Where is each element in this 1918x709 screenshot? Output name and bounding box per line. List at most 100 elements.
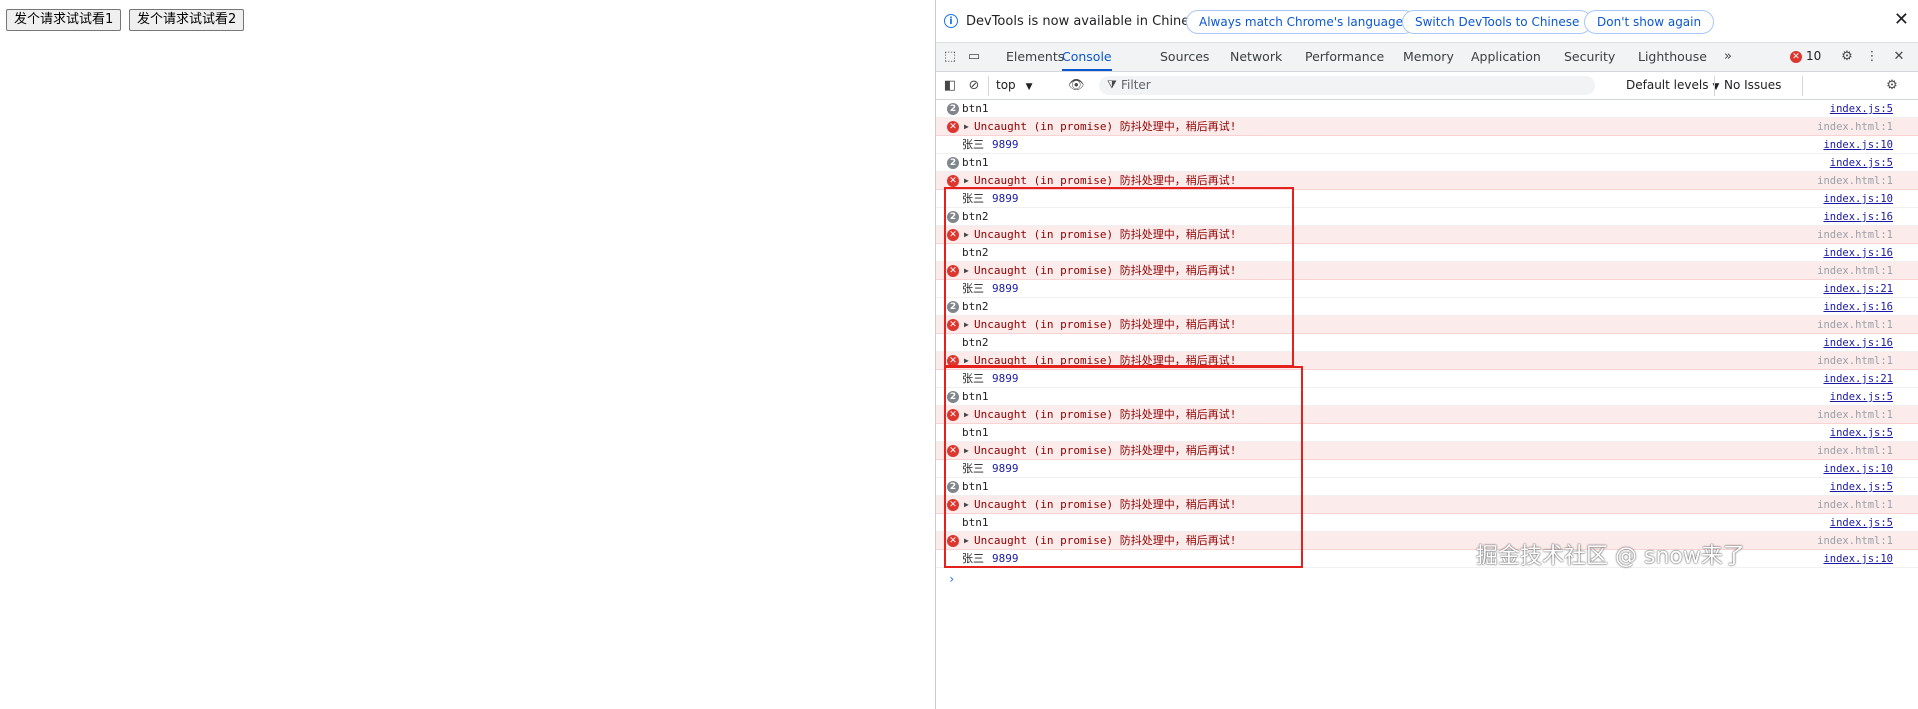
- source-link[interactable]: index.js:10: [1823, 136, 1893, 154]
- console-log-row: btn1 index.js:5: [936, 514, 1918, 532]
- console-log-row: 2 btn1 index.js:5: [936, 478, 1918, 496]
- source-link[interactable]: index.js:16: [1823, 334, 1893, 352]
- source-link[interactable]: index.js:16: [1823, 298, 1893, 316]
- message-value: 张三: [962, 282, 984, 295]
- console-message-text: btn1: [962, 514, 989, 532]
- source-link[interactable]: index.html:1: [1817, 352, 1893, 370]
- context-selector[interactable]: top ▼: [996, 78, 1033, 92]
- error-count[interactable]: 10: [1806, 49, 1821, 63]
- message-value: btn2: [962, 300, 989, 313]
- tab-console[interactable]: Console: [1062, 43, 1112, 71]
- source-link[interactable]: index.js:10: [1823, 460, 1893, 478]
- toolbar-divider: [1714, 76, 1715, 96]
- log-levels-dropdown[interactable]: Default levels ▼: [1626, 78, 1719, 92]
- source-link[interactable]: index.html:1: [1817, 496, 1893, 514]
- expand-triangle-icon[interactable]: ▶: [964, 262, 969, 280]
- expand-triangle-icon[interactable]: ▶: [964, 532, 969, 550]
- expand-triangle-icon[interactable]: ▶: [964, 442, 969, 460]
- more-options-icon[interactable]: ⋮: [1864, 49, 1880, 65]
- source-link[interactable]: index.html:1: [1817, 226, 1893, 244]
- source-link[interactable]: index.js:5: [1830, 478, 1893, 496]
- console-message-text: Uncaught (in promise) 防抖处理中，稍后再试!: [974, 118, 1236, 136]
- source-link[interactable]: index.js:10: [1823, 550, 1893, 568]
- error-icon: ✕: [947, 319, 959, 331]
- tab-sources[interactable]: Sources: [1160, 43, 1209, 71]
- message-value: Uncaught (in promise) 防抖处理中，稍后再试!: [974, 264, 1237, 277]
- send-request-button-1[interactable]: 发个请求试试看1: [6, 9, 122, 31]
- console-message-text: Uncaught (in promise) 防抖处理中，稍后再试!: [974, 496, 1236, 514]
- send-request-button-2[interactable]: 发个请求试试看2: [129, 9, 245, 31]
- source-link[interactable]: index.js:5: [1830, 388, 1893, 406]
- console-message-text: Uncaught (in promise) 防抖处理中，稍后再试!: [974, 316, 1236, 334]
- clear-console-icon[interactable]: ⊘: [966, 78, 982, 94]
- message-number: 9899: [992, 138, 1019, 151]
- device-toolbar-icon[interactable]: ▭: [966, 49, 982, 65]
- source-link[interactable]: index.html:1: [1817, 118, 1893, 136]
- source-link[interactable]: index.html:1: [1817, 316, 1893, 334]
- live-expression-eye-icon[interactable]: 👁: [1068, 78, 1085, 94]
- repeat-count-badge: 2: [947, 157, 959, 169]
- tab-lighthouse[interactable]: Lighthouse: [1638, 43, 1707, 71]
- console-message-text: 张三 9899: [962, 550, 1019, 568]
- source-link[interactable]: index.html:1: [1817, 442, 1893, 460]
- switch-chinese-button[interactable]: Switch DevTools to Chinese: [1402, 10, 1593, 34]
- message-number: 9899: [992, 372, 1019, 385]
- console-message-text: Uncaught (in promise) 防抖处理中，稍后再试!: [974, 226, 1236, 244]
- tab-application[interactable]: Application: [1471, 43, 1541, 71]
- source-link[interactable]: index.js:5: [1830, 514, 1893, 532]
- repeat-count-badge: 2: [947, 391, 959, 403]
- console-message-text: Uncaught (in promise) 防抖处理中，稍后再试!: [974, 262, 1236, 280]
- error-icon: ✕: [947, 445, 959, 457]
- sidebar-toggle-icon[interactable]: ◧: [942, 78, 958, 94]
- issues-counter[interactable]: No Issues: [1724, 78, 1781, 92]
- source-link[interactable]: index.js:16: [1823, 244, 1893, 262]
- console-settings-gear-icon[interactable]: ⚙: [1884, 78, 1900, 94]
- source-link[interactable]: index.js:5: [1830, 154, 1893, 172]
- console-log-row: 张三 9899 index.js:10: [936, 190, 1918, 208]
- expand-triangle-icon[interactable]: ▶: [964, 118, 969, 136]
- filter-input[interactable]: ⧩ Filter: [1099, 76, 1595, 95]
- source-link[interactable]: index.html:1: [1817, 172, 1893, 190]
- console-log-row: 张三 9899 index.js:10: [936, 550, 1918, 568]
- tab-security[interactable]: Security: [1564, 43, 1615, 71]
- message-value: Uncaught (in promise) 防抖处理中，稍后再试!: [974, 228, 1237, 241]
- message-value: btn1: [962, 390, 989, 403]
- source-link[interactable]: index.js:5: [1830, 100, 1893, 118]
- console-message-text: Uncaught (in promise) 防抖处理中，稍后再试!: [974, 532, 1236, 550]
- match-language-button[interactable]: Always match Chrome's language: [1186, 10, 1416, 34]
- toolbar-divider: [988, 76, 989, 96]
- tab-memory[interactable]: Memory: [1403, 43, 1454, 71]
- expand-triangle-icon[interactable]: ▶: [964, 496, 969, 514]
- console-error-row: ✕ ▶ Uncaught (in promise) 防抖处理中，稍后再试! index…: [936, 118, 1918, 136]
- console-message-text: 张三 9899: [962, 136, 1019, 154]
- source-link[interactable]: index.js:10: [1823, 190, 1893, 208]
- message-value: btn1: [962, 426, 989, 439]
- console-prompt[interactable]: ›: [948, 572, 955, 586]
- expand-triangle-icon[interactable]: ▶: [964, 406, 969, 424]
- dont-show-again-button[interactable]: Don't show again: [1584, 10, 1715, 34]
- source-link[interactable]: index.html:1: [1817, 262, 1893, 280]
- expand-triangle-icon[interactable]: ▶: [964, 352, 969, 370]
- close-devtools-icon[interactable]: ✕: [1891, 49, 1907, 65]
- message-number: 9899: [992, 552, 1019, 565]
- close-icon[interactable]: ✕: [1894, 11, 1909, 29]
- message-value: btn1: [962, 516, 989, 529]
- source-link[interactable]: index.js:5: [1830, 424, 1893, 442]
- source-link[interactable]: index.js:21: [1823, 280, 1893, 298]
- expand-triangle-icon[interactable]: ▶: [964, 316, 969, 334]
- source-link[interactable]: index.js:16: [1823, 208, 1893, 226]
- tab-network[interactable]: Network: [1230, 43, 1282, 71]
- console-error-row: ✕ ▶ Uncaught (in promise) 防抖处理中，稍后再试! index…: [936, 352, 1918, 370]
- watermark: 掘金技术社区 @ snow来了: [1476, 544, 1745, 569]
- tab-performance[interactable]: Performance: [1305, 43, 1384, 71]
- source-link[interactable]: index.html:1: [1817, 532, 1893, 550]
- expand-triangle-icon[interactable]: ▶: [964, 226, 969, 244]
- expand-triangle-icon[interactable]: ▶: [964, 172, 969, 190]
- source-link[interactable]: index.html:1: [1817, 406, 1893, 424]
- more-tabs-icon[interactable]: »: [1720, 49, 1736, 65]
- inspect-element-icon[interactable]: ⬚: [942, 49, 958, 65]
- message-number: 9899: [992, 192, 1019, 205]
- tab-elements[interactable]: Elements: [1006, 43, 1064, 71]
- gear-icon[interactable]: ⚙: [1839, 49, 1855, 65]
- source-link[interactable]: index.js:21: [1823, 370, 1893, 388]
